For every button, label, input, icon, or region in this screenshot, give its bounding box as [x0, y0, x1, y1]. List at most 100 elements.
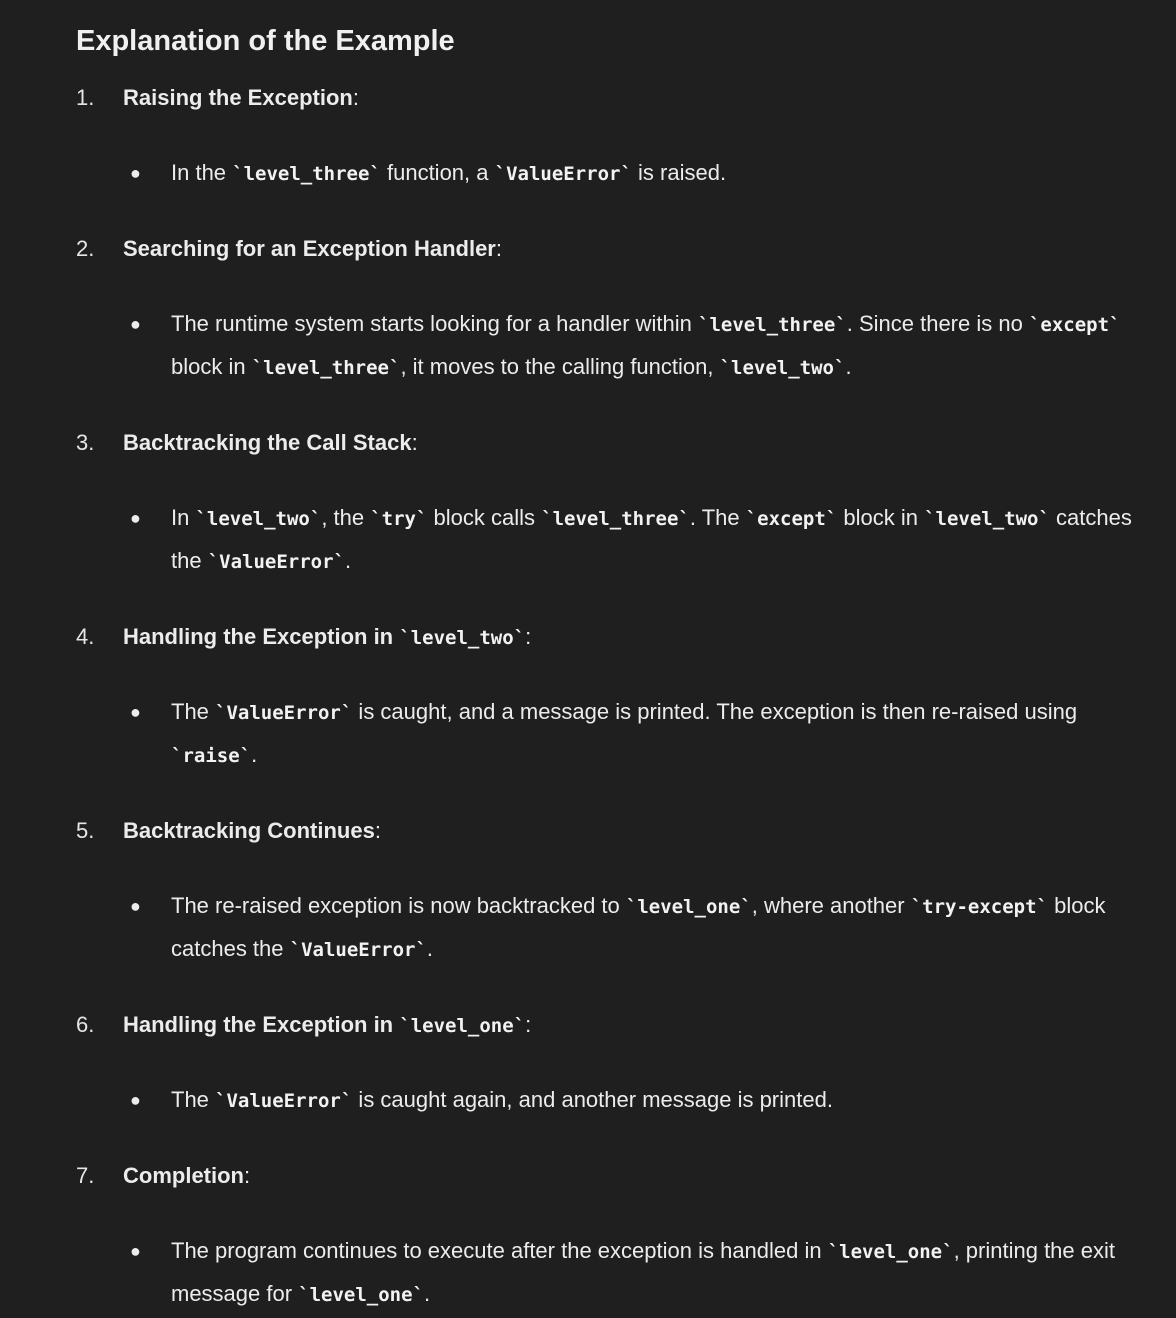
step-label: Backtracking Continues:	[123, 818, 381, 844]
inline-code: `ValueError`	[215, 702, 353, 724]
bullet-item: ● The `ValueError` is caught, and a messa…	[76, 691, 1146, 777]
step-title-text: Handling the Exception in	[123, 1012, 400, 1037]
bullet-text: In	[171, 505, 196, 530]
step-title: 6. Handling the Exception in `level_one`:	[76, 1007, 1146, 1043]
bullet-list: ● The `ValueError` is caught again, and a…	[76, 1079, 1146, 1122]
bullet-text: The re-raised exception is now backtrack…	[171, 893, 626, 918]
bullet-list: ● The `ValueError` is caught, and a messa…	[76, 691, 1146, 777]
bullet-text: block in	[171, 354, 252, 379]
inline-code: `try`	[370, 508, 428, 530]
bullet-text: In the	[171, 160, 233, 185]
bullet-item: ● The re-raised exception is now backtrac…	[76, 885, 1146, 971]
inline-code: `level_three`	[541, 508, 690, 530]
bullet-text: The	[171, 1087, 216, 1112]
step-title-colon: :	[411, 430, 418, 455]
bullet-dot-icon: ●	[130, 896, 141, 916]
step-title-colon: :	[495, 236, 502, 261]
bullet-text: . Since there is no	[846, 311, 1029, 336]
step-label: Raising the Exception:	[123, 85, 359, 111]
bullet-text: .	[426, 936, 434, 961]
bullet-text: , it moves to the calling function,	[400, 354, 720, 379]
step-title-code: `level_two`	[399, 627, 526, 649]
bullet-list: ● The program continues to execute after …	[76, 1230, 1146, 1316]
step-title: 7. Completion:	[76, 1158, 1146, 1194]
bullet-dot-icon: ●	[130, 1241, 141, 1261]
bullet-text: .	[344, 548, 352, 573]
inline-code: `try-except`	[910, 896, 1048, 918]
step-title-code: `level_one`	[399, 1015, 526, 1037]
step-number: 7.	[76, 1163, 95, 1188]
step-title-colon: :	[525, 1012, 532, 1037]
inline-code: `level_one`	[625, 896, 752, 918]
bullet-text: The	[171, 699, 216, 724]
bullet-item: ● The `ValueError` is caught again, and a…	[76, 1079, 1146, 1122]
inline-code: `level_one`	[827, 1241, 954, 1263]
bullet-list: ● The runtime system starts looking for a…	[76, 303, 1146, 389]
step-title: 1. Raising the Exception:	[76, 80, 1146, 116]
bullet-item: ● The program continues to execute after …	[76, 1230, 1146, 1316]
step-number: 6.	[76, 1012, 95, 1037]
step-number: 3.	[76, 430, 95, 455]
step-title-text: Backtracking the Call Stack	[123, 430, 412, 455]
step-label: Completion:	[123, 1163, 250, 1189]
bullet-list: ● In the `level_three` function, a `Value…	[76, 152, 1146, 195]
bullet-text: .	[424, 1281, 431, 1306]
step-number: 5.	[76, 818, 95, 843]
inline-code: `ValueError`	[215, 1090, 353, 1112]
bullet-text: is caught again, and another message is …	[352, 1087, 833, 1112]
step-item: 1. Raising the Exception: ● In the `level_t…	[76, 80, 1146, 195]
bullet-item: ● The runtime system starts looking for a…	[76, 303, 1146, 389]
bullet-text: , where another	[751, 893, 911, 918]
step-item: 4. Handling the Exception in `level_two`:…	[76, 619, 1146, 777]
bullet-text: function, a	[380, 160, 495, 185]
step-title: 2. Searching for an Exception Handler:	[76, 231, 1146, 267]
step-title-text: Backtracking Continues	[123, 818, 375, 843]
bullet-text: , the	[321, 505, 371, 530]
bullet-list: ● The re-raised exception is now backtrac…	[76, 885, 1146, 971]
bullet-text: is raised.	[631, 160, 727, 185]
inline-code: `ValueError`	[207, 551, 345, 573]
bullet-text: The runtime system starts looking for a …	[171, 311, 699, 336]
bullet-dot-icon: ●	[130, 508, 141, 528]
step-title-colon: :	[352, 85, 359, 110]
bullet-list: ● In `level_two`, the `try` block calls `…	[76, 497, 1146, 583]
step-label: Searching for an Exception Handler:	[123, 236, 502, 262]
step-title-text: Handling the Exception in	[123, 624, 400, 649]
steps-list: 1. Raising the Exception: ● In the `level_t…	[76, 80, 1146, 1316]
section-heading: Explanation of the Example	[76, 25, 455, 57]
bullet-item: ● In the `level_three` function, a `Value…	[76, 152, 1146, 195]
bullet-item: ● In `level_two`, the `try` block calls `…	[76, 497, 1146, 583]
bullet-text: block calls	[427, 505, 542, 530]
step-item: 6. Handling the Exception in `level_one`:…	[76, 1007, 1146, 1122]
inline-code: `level_two`	[195, 508, 322, 530]
bullet-text: .	[845, 354, 852, 379]
step-number: 2.	[76, 236, 95, 261]
bullet-text: is caught, and a message is printed. The…	[352, 699, 1078, 724]
bullet-dot-icon: ●	[130, 1090, 141, 1110]
inline-code: `level_two`	[719, 357, 846, 379]
step-number: 1.	[76, 85, 95, 110]
bullet-text: .	[251, 742, 258, 767]
bullet-text: The program continues to execute after t…	[171, 1238, 828, 1263]
step-number: 4.	[76, 624, 95, 649]
step-title-colon: :	[525, 624, 532, 649]
step-item: 5. Backtracking Continues: ● The re-raised …	[76, 813, 1146, 971]
inline-code: `ValueError`	[289, 939, 427, 961]
bullet-dot-icon: ●	[130, 163, 141, 183]
step-title: 5. Backtracking Continues:	[76, 813, 1146, 849]
step-title: 4. Handling the Exception in `level_two`:	[76, 619, 1146, 655]
inline-code: `except`	[745, 508, 838, 530]
inline-code: `raise`	[171, 745, 252, 767]
inline-code: `level_two`	[924, 508, 1050, 530]
bullet-text: . The	[689, 505, 746, 530]
inline-code: `level_three`	[232, 163, 381, 185]
bullet-dot-icon: ●	[130, 314, 141, 334]
step-title: 3. Backtracking the Call Stack:	[76, 425, 1146, 461]
inline-code: `ValueError`	[494, 163, 632, 185]
step-title-text: Searching for an Exception Handler	[123, 236, 496, 261]
inline-code: `level_three`	[698, 314, 847, 336]
step-item: 7. Completion: ● The program continues to e…	[76, 1158, 1146, 1316]
step-item: 2. Searching for an Exception Handler: ● Th…	[76, 231, 1146, 389]
inline-code: `level_one`	[298, 1284, 425, 1306]
step-title-colon: :	[244, 1163, 251, 1188]
